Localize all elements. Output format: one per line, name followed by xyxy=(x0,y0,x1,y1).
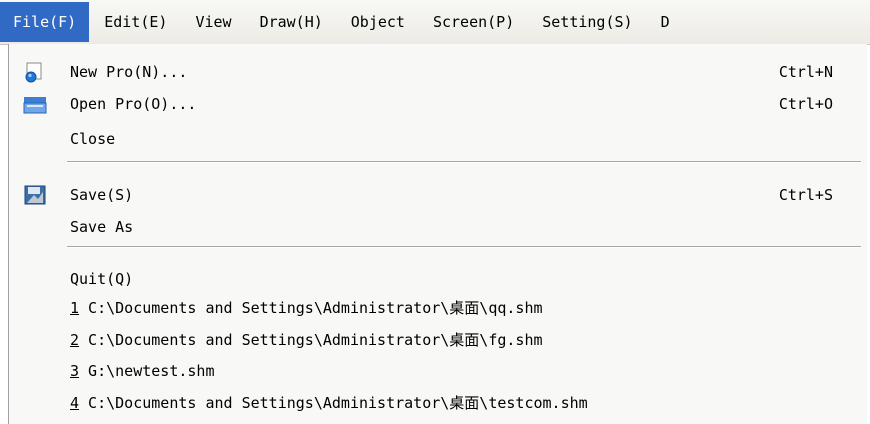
save-icon xyxy=(23,184,47,206)
open-pro-label: Open Pro(O)... xyxy=(70,95,197,113)
menu-item-open-pro[interactable]: Open Pro(O)... Ctrl+O xyxy=(9,88,867,120)
file-menu-dropdown: New Pro(N)... Ctrl+N Open Pro(O)... Ctrl… xyxy=(8,44,867,424)
save-as-label: Save As xyxy=(70,218,134,236)
save-label: Save(S) xyxy=(70,186,134,204)
recent-file-number: 3 xyxy=(70,362,80,380)
recent-file-path: G:\newtest.shm xyxy=(79,362,215,380)
menu-bar: File(F) Edit(E) View Draw(H) Object Scre… xyxy=(0,0,870,45)
quit-label: Quit(Q) xyxy=(70,270,134,288)
menu-item-save-as[interactable]: Save As xyxy=(9,211,867,243)
menu-separator xyxy=(67,246,861,248)
new-document-icon xyxy=(23,61,47,83)
menu-cut-off[interactable]: D xyxy=(648,2,683,42)
menu-separator xyxy=(67,161,861,163)
menu-item-recent-file[interactable]: 1 C:\Documents and Settings\Administrato… xyxy=(9,292,867,324)
new-pro-label: New Pro(N)... xyxy=(70,63,188,81)
recent-file-path: C:\Documents and Settings\Administrator\… xyxy=(79,331,543,349)
menu-item-recent-file[interactable]: 4 C:\Documents and Settings\Administrato… xyxy=(9,387,867,419)
menu-item-close[interactable]: Close xyxy=(9,123,867,155)
menu-draw[interactable]: Draw(H) xyxy=(247,2,336,42)
menu-item-save[interactable]: Save(S) Ctrl+S xyxy=(9,179,867,211)
recent-file-path: C:\Documents and Settings\Administrator\… xyxy=(79,299,543,317)
close-label: Close xyxy=(70,130,116,148)
menu-edit[interactable]: Edit(E) xyxy=(91,2,180,42)
menu-item-quit[interactable]: Quit(Q) xyxy=(9,263,867,295)
menu-setting[interactable]: Setting(S) xyxy=(529,2,645,42)
recent-file-number: 1 xyxy=(70,299,80,317)
menu-screen[interactable]: Screen(P) xyxy=(420,2,527,42)
menu-file[interactable]: File(F) xyxy=(0,2,90,42)
open-pro-shortcut: Ctrl+O xyxy=(778,95,833,113)
recent-file-path: C:\Documents and Settings\Administrator\… xyxy=(79,394,588,412)
new-pro-shortcut: Ctrl+N xyxy=(778,63,833,81)
menu-item-recent-file[interactable]: 3 G:\newtest.shm xyxy=(9,355,867,387)
recent-file-number: 4 xyxy=(70,394,80,412)
menu-view[interactable]: View xyxy=(182,2,244,42)
menu-object[interactable]: Object xyxy=(338,2,418,42)
menu-item-recent-file[interactable]: 2 C:\Documents and Settings\Administrato… xyxy=(9,324,867,356)
menu-item-new-pro[interactable]: New Pro(N)... Ctrl+N xyxy=(9,56,867,88)
save-shortcut: Ctrl+S xyxy=(778,186,833,204)
open-folder-icon xyxy=(23,93,47,115)
recent-file-number: 2 xyxy=(70,331,80,349)
